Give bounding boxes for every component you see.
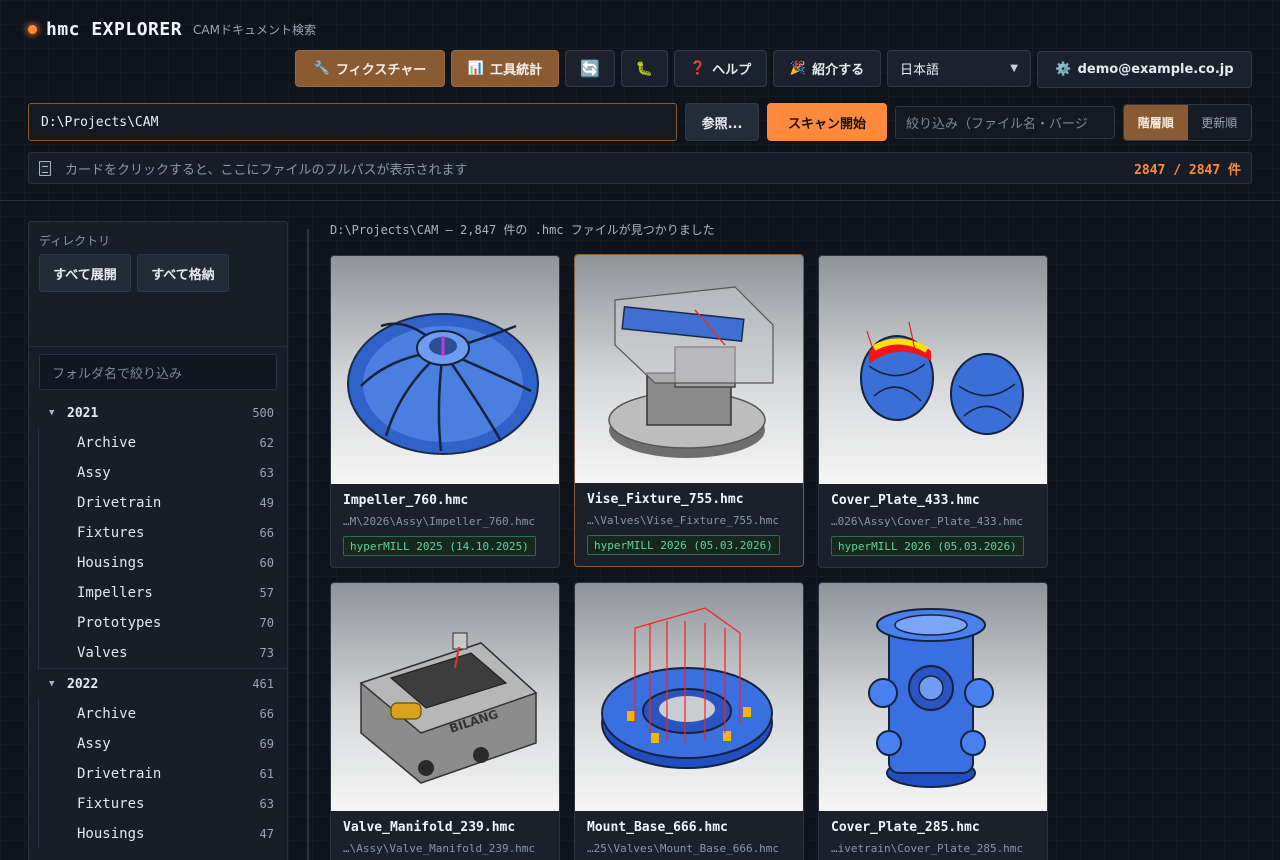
expand-all-button[interactable]: すべて展開 [39,254,131,292]
scan-start-button[interactable]: スキャン開始 [767,103,887,141]
tree-folder[interactable]: Prototypes 70 [39,608,287,638]
vise-fixture-model-image [608,286,774,458]
tool-stats-button[interactable]: 📊 工具統計 [451,50,559,87]
folder-filter-input[interactable]: フォルダ名で絞り込み [39,354,277,390]
card-file-name: Mount_Base_666.hmc [587,820,728,835]
app-title: hmc EXPLORER [46,18,183,40]
tree-folder[interactable]: Housings 60 [39,548,287,578]
party-popper-icon: 🎉 [789,61,807,76]
full-path-bar: カードをクリックすると、ここにファイルのフルパスが表示されます 2847 / 2… [28,152,1252,184]
browse-button[interactable]: 参照... [685,103,759,141]
tree-folder[interactable]: Assy 69 [39,729,287,759]
file-card[interactable]: Cover_Plate_433.hmc …026\Assy\Cover_Plat… [818,255,1048,568]
version-badge: hyperMILL 2025 (14.10.2025) [343,536,536,556]
folder-list: Archive 66 Assy 69 Drivetrain 61 Fixtures 63… [38,699,287,849]
app-subtitle: CAMドキュメント検索 [193,22,316,37]
cover-plate-housing-model-image [868,608,994,788]
scan-path-input[interactable]: D:\Projects\CAM [28,103,677,141]
gear-icon: ⚙️ [1055,62,1072,77]
tree-folder[interactable]: Fixtures 66 [39,518,287,548]
refresh-button[interactable]: 🔄 [565,50,615,87]
file-card-selected[interactable]: Vise_Fixture_755.hmc …\Valves\Vise_Fixtu… [574,254,804,567]
mount-base-model-image [601,607,773,769]
card-file-name: Impeller_760.hmc [343,493,469,508]
tree-year-2021[interactable]: ▼ 2021 500 [29,398,287,428]
card-file-name: Cover_Plate_285.hmc [831,820,980,835]
card-thumbnail: BILANG [331,583,559,811]
version-badge: hyperMILL 2026 (05.03.2026) [831,536,1024,556]
help-button[interactable]: ❓ ヘルプ [674,50,767,87]
card-thumbnail [575,583,803,811]
directory-tree: ▼ 2021 500 Archive 62 Assy 63 Drivetrain 49… [29,398,287,849]
brand: hmc EXPLORER CAMドキュメント検索 [28,18,316,40]
caret-down-icon: ▼ [49,679,55,689]
sort-tree-button[interactable]: 階層順 [1124,105,1188,140]
status-dot-icon [28,24,37,34]
caret-down-icon: ▼ [49,408,55,418]
tree-folder[interactable]: Valves 73 [39,638,287,668]
bug-report-button[interactable]: 🐛 [621,50,668,87]
version-badge: hyperMILL 2026 (05.03.2026) [587,535,780,555]
sidebar-divider [29,346,287,347]
tree-folder[interactable]: Impellers 57 [39,578,287,608]
card-file-path: …\Assy\Valve_Manifold_239.hmc [343,842,536,855]
file-card[interactable]: Mount_Base_666.hmc …25\Valves\Mount_Base… [574,582,804,860]
refresh-icon: 🔄 [580,59,600,78]
tree-folder[interactable]: Drivetrain 61 [39,759,287,789]
results-summary: D:\Projects\CAM — 2,847 件の .hmc ファイルが見つか… [330,223,715,237]
sort-toggle: 階層順 更新順 [1123,104,1252,141]
tree-folder[interactable]: Housings 47 [39,819,287,849]
collapse-all-button[interactable]: すべて格納 [137,254,229,292]
full-path-hint: カードをクリックすると、ここにファイルのフルパスが表示されます [65,162,468,178]
invite-button[interactable]: 🎉 紹介する [773,50,881,87]
impeller-model-image [347,313,539,455]
document-icon [39,160,51,176]
folder-list: Archive 62 Assy 63 Drivetrain 49 Fixtures 66… [38,428,287,668]
valve-manifold-model-image: BILANG [359,632,538,784]
card-thumbnail [331,256,559,484]
card-file-name: Valve_Manifold_239.hmc [343,820,516,835]
wrench-icon: 🔧 [313,61,330,76]
bar-chart-icon: 📊 [467,61,485,76]
file-card[interactable]: Cover_Plate_285.hmc …ivetrain\Cover_Plat… [818,582,1048,860]
header-divider [0,200,1280,201]
tree-folder[interactable]: Archive 62 [39,428,287,458]
card-thumbnail [819,256,1047,484]
bug-icon: 🐛 [635,60,654,77]
chevron-down-icon: ▼ [1010,63,1018,74]
fixture-button[interactable]: 🔧 フィクスチャー [295,50,445,87]
result-count: 2847 / 2847 件 [1134,162,1241,178]
tree-folder[interactable]: Assy 63 [39,458,287,488]
file-card[interactable]: Impeller_760.hmc …M\2026\Assy\Impeller_7… [330,255,560,568]
tree-folder[interactable]: Archive 66 [39,699,287,729]
language-select[interactable]: 日本語 ▼ [887,50,1031,87]
directory-sidebar: ディレクトリ すべて展開 すべて格納 フォルダ名で絞り込み ▼ 2021 500… [28,221,288,860]
tree-folder[interactable]: Drivetrain 49 [39,488,287,518]
sidebar-title: ディレクトリ [39,234,111,248]
card-file-path: …M\2026\Assy\Impeller_760.hmc [343,515,536,528]
card-file-path: …\Valves\Vise_Fixture_755.hmc [587,514,780,527]
card-file-path: …026\Assy\Cover_Plate_433.hmc [831,515,1024,528]
tree-year-2022[interactable]: ▼ 2022 461 [29,669,287,699]
cover-plate-model-image [860,321,1024,435]
sidebar-resize-handle[interactable] [307,229,309,860]
card-thumbnail [819,583,1047,811]
card-file-name: Cover_Plate_433.hmc [831,493,980,508]
tree-folder[interactable]: Fixtures 63 [39,789,287,819]
question-icon: ❓ [689,61,707,76]
card-file-name: Vise_Fixture_755.hmc [587,492,744,507]
user-menu-button[interactable]: ⚙️ demo@example.co.jp [1037,51,1252,88]
file-card[interactable]: BILANG Valve_Manifold_239.hmc …\Assy\Val… [330,582,560,860]
file-filter-input[interactable]: 絞り込み（ファイル名・バージ [895,106,1115,139]
card-file-path: …25\Valves\Mount_Base_666.hmc [587,842,780,855]
card-thumbnail [575,255,803,483]
card-file-path: …ivetrain\Cover_Plate_285.hmc [831,842,1024,855]
sort-updated-button[interactable]: 更新順 [1187,105,1251,140]
